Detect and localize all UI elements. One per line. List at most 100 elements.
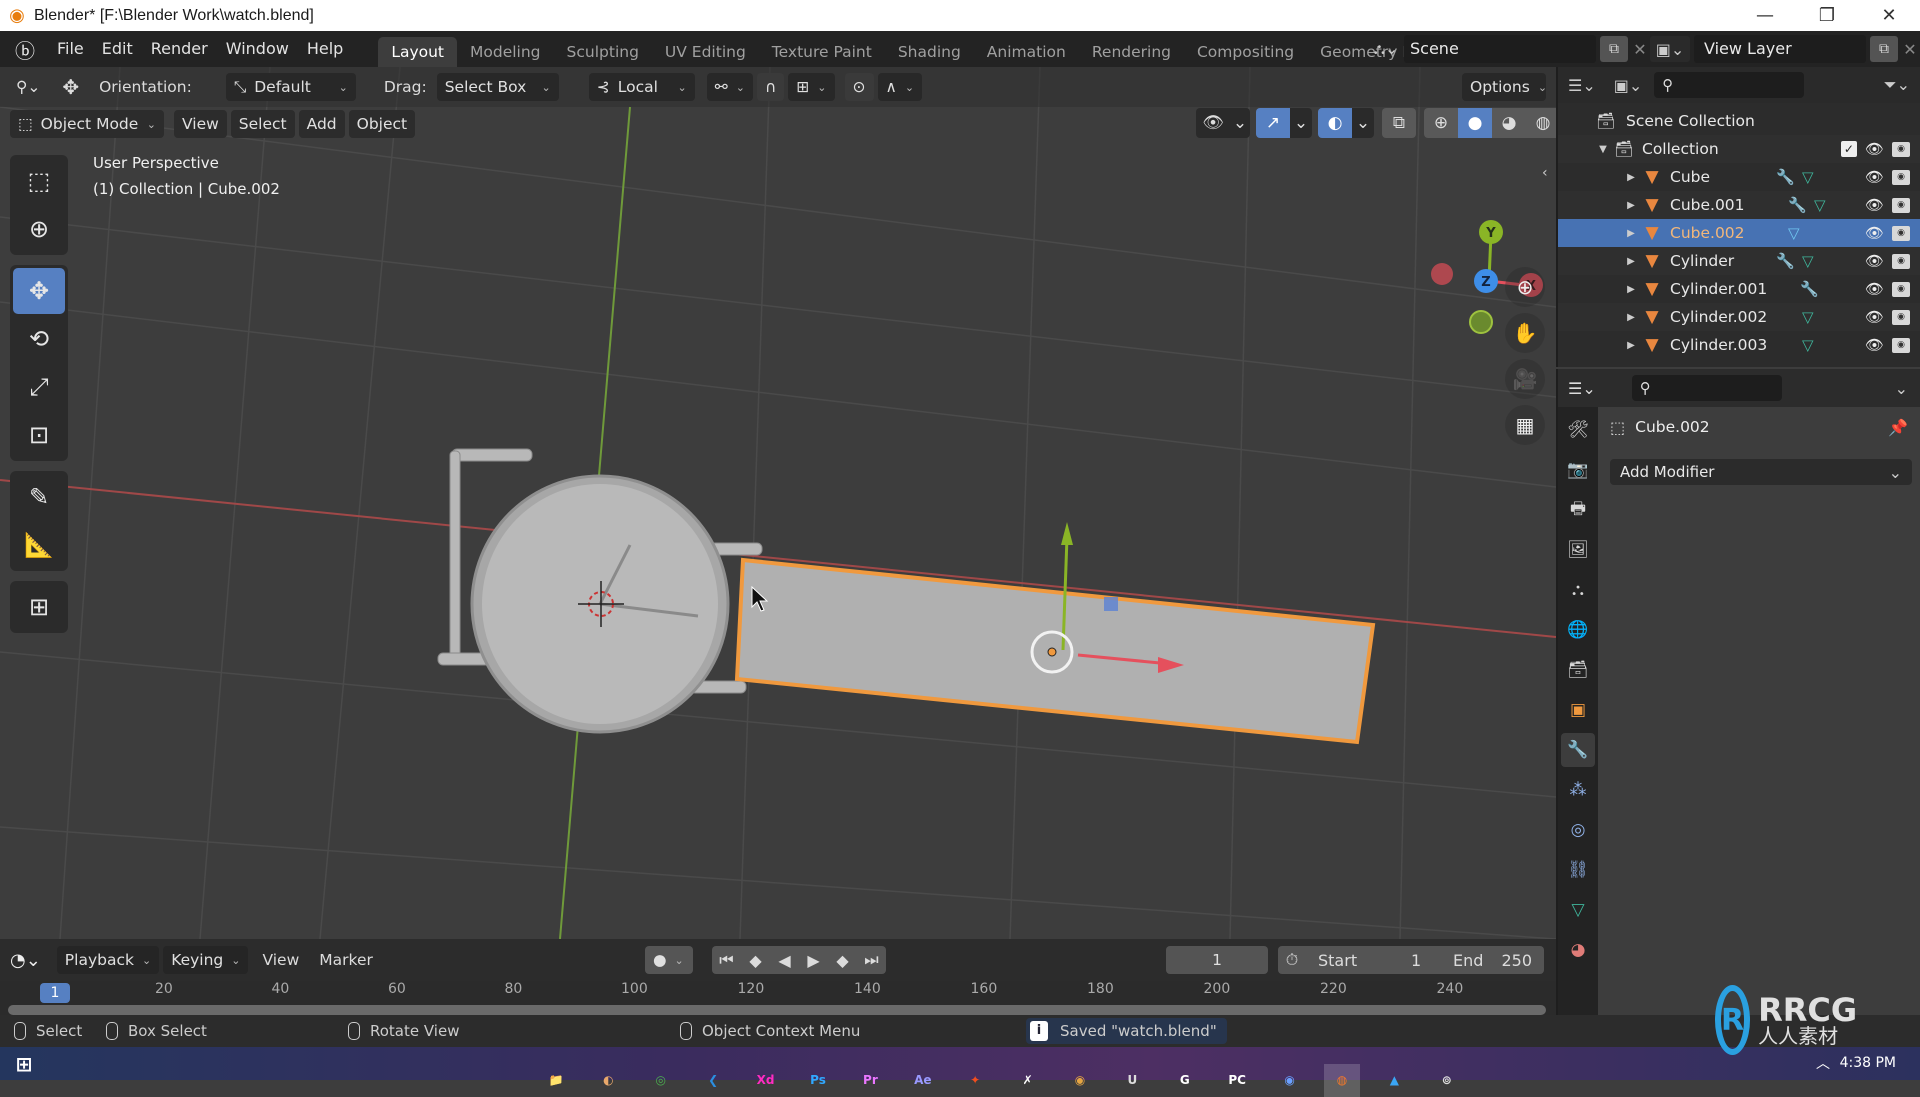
taskbar-app-ps-icon[interactable]: Ps — [800, 1064, 836, 1097]
outliner-object-row[interactable]: ▶ ▼ Cube 🔧 ▽ 👁 ◉ — [1558, 163, 1920, 191]
outliner-object-row[interactable]: ▶ ▼ Cube.002 ▽ 👁 ◉ — [1558, 219, 1920, 247]
move-tool-icon[interactable]: ✥ — [13, 268, 65, 314]
mesh-data-icon[interactable]: ▽ — [1802, 252, 1814, 270]
xray-toggle-icon[interactable]: ⧉ — [1382, 108, 1416, 138]
windows-start-icon[interactable]: ⊞ — [6, 1047, 42, 1080]
maximize-button[interactable]: ❐ — [1796, 0, 1858, 31]
viewport-menu-add[interactable]: Add — [298, 110, 345, 138]
new-scene-button[interactable]: ⧉ — [1600, 36, 1628, 62]
pivot-dropdown[interactable]: ⊰ Local ⌄ — [588, 73, 695, 101]
eye-icon[interactable]: 👁 — [1865, 252, 1884, 270]
proportional-editing-toggle[interactable]: ⊙ — [844, 73, 874, 101]
eye-icon[interactable]: 👁 — [1865, 168, 1884, 186]
outliner-object-row[interactable]: ▶ ▼ Cylinder.001 🔧 👁 ◉ — [1558, 275, 1920, 303]
add-cube-tool-icon[interactable]: ⊞ — [13, 584, 65, 630]
system-clock[interactable]: 4:38 PM — [1840, 1055, 1896, 1071]
taskbar-app-vs-code-icon[interactable]: ❮ — [695, 1064, 731, 1097]
drag-dropdown[interactable]: Select Box ⌄ — [436, 73, 559, 101]
camera-icon[interactable]: ◉ — [1892, 169, 1910, 185]
material-preview-icon[interactable]: ◕ — [1492, 108, 1526, 138]
taskbar-app-blender-icon[interactable]: ◍ — [1324, 1063, 1360, 1097]
mesh-data-icon[interactable]: ▽ — [1814, 196, 1826, 214]
auto-keying-toggle[interactable]: ● ⌄ — [645, 946, 693, 974]
eye-icon[interactable]: 👁 — [1865, 336, 1884, 354]
tab-shading[interactable]: Shading — [885, 37, 974, 67]
overlays-toggle-icon[interactable]: ◐ — [1318, 108, 1352, 138]
tool-tab-icon[interactable]: 🛠 — [1561, 413, 1595, 447]
tab-rendering[interactable]: Rendering — [1079, 37, 1184, 67]
taskbar-app-davinci-resolve-icon[interactable]: ◉ — [1062, 1064, 1098, 1097]
outliner-object-row[interactable]: ▶ ▼ Cylinder.003 ▽ 👁 ◉ — [1558, 331, 1920, 359]
taskbar-app-ae-icon[interactable]: Ae — [905, 1064, 941, 1097]
snap-toggle[interactable]: ∩ — [756, 73, 785, 101]
modifier-wrench-icon[interactable]: 🔧 — [1776, 168, 1795, 186]
exclude-checkbox[interactable]: ✓ — [1840, 141, 1857, 157]
menu-window[interactable]: Window — [217, 31, 298, 67]
tool-icon[interactable]: ⚲⌄ — [8, 73, 48, 101]
expand-triangle-icon[interactable]: ▶ — [1624, 228, 1638, 239]
mesh-data-icon[interactable]: ▽ — [1802, 308, 1814, 326]
tab-uv-editing[interactable]: UV Editing — [652, 37, 759, 67]
pan-hand-icon[interactable]: ✋ — [1505, 313, 1545, 353]
tab-modeling[interactable]: Modeling — [457, 37, 554, 67]
eye-icon[interactable]: 👁 — [1865, 224, 1884, 242]
mesh-data-icon[interactable]: ▽ — [1802, 168, 1814, 186]
expand-triangle-icon[interactable]: ▶ — [1624, 340, 1638, 351]
tab-compositing[interactable]: Compositing — [1184, 37, 1307, 67]
modifier-tab-icon[interactable]: 🔧 — [1561, 733, 1595, 767]
filter-icon[interactable]: ⏷⌄ — [1884, 75, 1910, 95]
add-modifier-dropdown[interactable]: Add Modifier ⌄ — [1610, 459, 1912, 485]
outliner-search-input[interactable]: ⚲ — [1654, 72, 1805, 98]
view-layer-tab-icon[interactable]: 🖼 — [1561, 533, 1595, 567]
delete-view-layer-button[interactable]: ✕ — [1898, 36, 1920, 62]
modifier-wrench-icon[interactable]: 🔧 — [1788, 196, 1807, 214]
camera-icon[interactable]: ◉ — [1892, 281, 1910, 297]
outliner-object-row[interactable]: ▶ ▼ Cylinder 🔧 ▽ 👁 ◉ — [1558, 247, 1920, 275]
taskbar-app-file-explorer-icon[interactable]: 📁 — [538, 1064, 574, 1097]
modifier-wrench-icon[interactable]: 🔧 — [1800, 280, 1819, 298]
eye-icon[interactable]: 👁 — [1865, 280, 1884, 298]
gizmo-y-arrow[interactable] — [1061, 522, 1073, 545]
timeline-marker-menu[interactable]: Marker — [319, 951, 373, 969]
playhead-frame-marker[interactable]: 1 — [40, 983, 70, 1003]
current-frame-field[interactable]: 1 — [1166, 946, 1268, 974]
scale-tool-icon[interactable]: ⤢ — [13, 364, 65, 410]
properties-search-input[interactable]: ⚲ — [1631, 375, 1782, 401]
modifier-wrench-icon[interactable]: 🔧 — [1776, 252, 1795, 270]
tab-texture-paint[interactable]: Texture Paint — [759, 37, 885, 67]
expand-triangle-icon[interactable]: ▶ — [1624, 172, 1638, 183]
menu-help[interactable]: Help — [298, 31, 352, 67]
collection-tab-icon[interactable]: 🗃 — [1561, 653, 1595, 687]
outliner-object-row[interactable]: ▶ ▼ Cylinder.002 ▽ 👁 ◉ — [1558, 303, 1920, 331]
filter-view-layer-icon[interactable]: ▣⌄ — [1614, 76, 1643, 95]
measure-tool-icon[interactable]: 📐 — [13, 522, 65, 568]
end-frame-field[interactable]: 250 — [1501, 951, 1532, 970]
prev-keyframe-icon[interactable]: ◆ — [741, 951, 770, 970]
chevron-down-icon[interactable]: ⌄ — [1290, 108, 1312, 138]
world-tab-icon[interactable]: 🌐 — [1561, 613, 1595, 647]
scene-tab-icon[interactable]: ⛬ — [1561, 573, 1595, 607]
save-report-message[interactable]: i Saved "watch.blend" — [1026, 1018, 1227, 1044]
mesh-data-icon[interactable]: ▽ — [1802, 336, 1814, 354]
tray-chevron-icon[interactable]: ︿ — [1816, 1053, 1830, 1073]
view-layer-name-field[interactable]: View Layer — [1694, 35, 1866, 63]
taskbar-app-pycharm-icon[interactable]: PC — [1219, 1064, 1255, 1097]
wireframe-shading-icon[interactable]: ⊕ — [1424, 108, 1458, 138]
nav-gizmo-neg-y[interactable] — [1469, 310, 1493, 334]
tab-layout[interactable]: Layout — [378, 37, 458, 67]
close-button[interactable]: ✕ — [1858, 0, 1920, 31]
expand-triangle-icon[interactable]: ▶ — [1624, 200, 1638, 211]
rendered-shading-icon[interactable]: ◍ — [1526, 108, 1556, 138]
transform-tool-icon[interactable]: ⊡ — [13, 412, 65, 458]
output-tab-icon[interactable]: 🖶 — [1561, 493, 1595, 527]
display-mode-icon[interactable]: ☰⌄ — [1568, 76, 1596, 95]
taskbar-app-photos-icon[interactable]: ▲ — [1376, 1064, 1412, 1097]
pin-icon[interactable]: 📌 — [1888, 418, 1908, 437]
options-dropdown[interactable]: Options ⌄ — [1462, 73, 1547, 101]
camera-icon[interactable]: ◉ — [1892, 253, 1910, 269]
collection-row[interactable]: ▼ 🗃 Collection ✓ 👁 ◉ — [1558, 135, 1920, 163]
zoom-icon[interactable]: ⊕ — [1505, 267, 1545, 307]
timeline-scrollbar[interactable] — [8, 1005, 1546, 1015]
expand-triangle-icon[interactable]: ▶ — [1624, 312, 1638, 323]
keying-menu[interactable]: Keying ⌄ — [163, 946, 249, 974]
